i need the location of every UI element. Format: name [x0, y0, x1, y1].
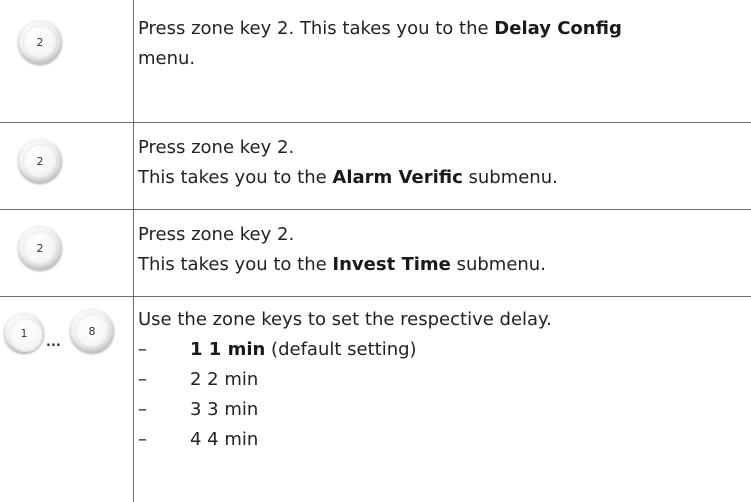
step-row: 2 Press zone key 2. This takes you to th… [0, 210, 751, 297]
text: (default setting) [265, 339, 417, 360]
zone-key-label: 1 [20, 326, 28, 340]
zone-key-2-icon: 2 [18, 139, 62, 183]
option-value: 1 1 min [190, 339, 266, 360]
zone-key-2-icon: 2 [18, 226, 62, 270]
zone-key-label: 2 [36, 154, 44, 168]
zone-key-label: 8 [88, 324, 96, 338]
key-cell: 1 ... 8 [0, 297, 134, 502]
option-text: 1 1 min (default setting) [190, 335, 417, 365]
text: This takes you to the [138, 167, 333, 188]
list-item: – 1 1 min (default setting) [138, 335, 751, 365]
text: This takes you to the [138, 254, 333, 275]
zone-key-label: 2 [36, 241, 44, 255]
dash: – [138, 399, 147, 420]
step-row: 2 Press zone key 2. This takes you to th… [0, 0, 751, 123]
zone-key-label: 2 [36, 35, 44, 49]
text: Press zone key 2. This takes you to the [138, 18, 495, 39]
key-cell: 2 [0, 210, 134, 296]
dash: – [138, 339, 147, 360]
option-text: 2 2 min [190, 369, 259, 390]
step-row: 1 ... 8 Use the zone keys to set the res… [0, 297, 751, 502]
step-text: Press zone key 2. This takes you to the … [134, 210, 751, 296]
instruction-table: 2 Press zone key 2. This takes you to th… [0, 0, 751, 502]
step-line: menu. [138, 44, 751, 74]
text: Press zone key 2. [138, 224, 295, 245]
step-line: This takes you to the Invest Time submen… [138, 250, 751, 280]
step-intro: Use the zone keys to set the respective … [138, 309, 552, 330]
step-line: This takes you to the Alarm Verific subm… [138, 163, 751, 193]
list-item: – 4 4 min [138, 425, 751, 455]
step-text: Use the zone keys to set the respective … [134, 297, 751, 502]
step-text: Press zone key 2. This takes you to the … [134, 0, 751, 122]
zone-key-1-icon: 1 [4, 313, 44, 353]
text: submenu. [450, 254, 546, 275]
step-line: Press zone key 2. [138, 133, 751, 163]
menu-name: Delay Config [494, 18, 622, 39]
key-cell: 2 [0, 0, 134, 122]
text: submenu. [462, 167, 558, 188]
menu-name: Alarm Verific [332, 167, 463, 188]
list-item: – 3 3 min [138, 395, 751, 425]
step-row: 2 Press zone key 2. This takes you to th… [0, 123, 751, 210]
text: Press zone key 2. [138, 137, 295, 158]
text: menu. [138, 48, 196, 69]
option-text: 4 4 min [190, 429, 259, 450]
dash: – [138, 369, 147, 390]
key-cell: 2 [0, 123, 134, 209]
menu-name: Invest Time [332, 254, 451, 275]
step-line: Press zone key 2. [138, 220, 751, 250]
zone-key-8-icon: 8 [70, 309, 114, 353]
zone-key-2-icon: 2 [18, 20, 62, 64]
list-item: – 2 2 min [138, 365, 751, 395]
delay-options-list: – 1 1 min (default setting) – 2 2 min – … [138, 335, 751, 455]
option-text: 3 3 min [190, 399, 259, 420]
step-text: Press zone key 2. This takes you to the … [134, 123, 751, 209]
key-range-ellipsis: ... [46, 335, 61, 350]
step-line: Press zone key 2. This takes you to the … [138, 14, 751, 44]
dash: – [138, 429, 147, 450]
